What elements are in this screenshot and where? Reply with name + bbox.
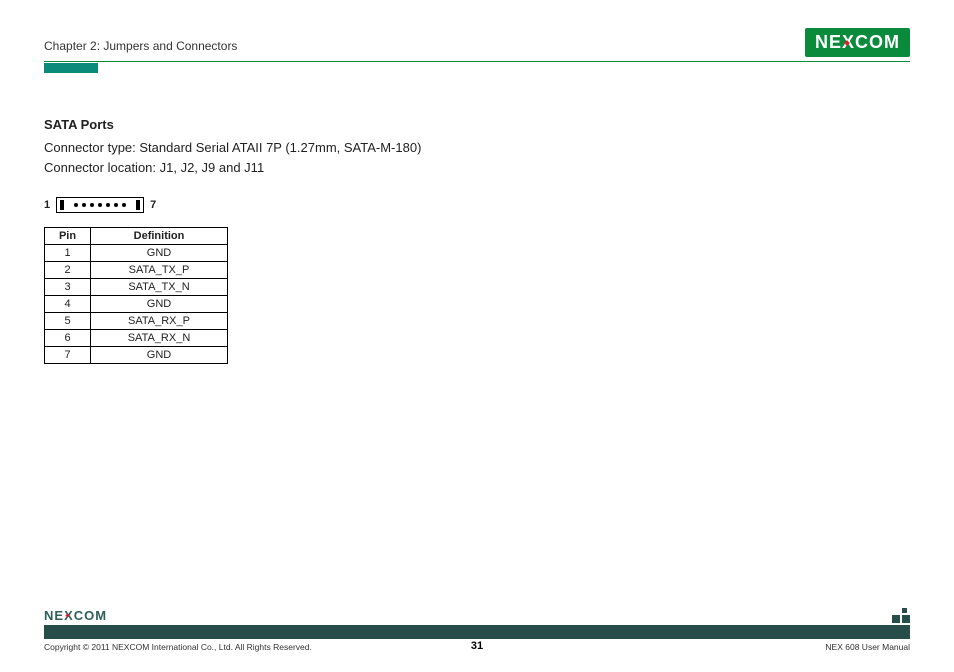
pin-dot bbox=[114, 203, 118, 207]
cell-def: SATA_RX_P bbox=[91, 313, 228, 330]
cell-pin: 2 bbox=[45, 262, 91, 279]
logo-bottom: NEXCOM bbox=[44, 608, 107, 623]
pin-definition-table: Pin Definition 1GND 2SATA_TX_P 3SATA_TX_… bbox=[44, 227, 228, 364]
pin-dot bbox=[98, 203, 102, 207]
connector-location-line: Connector location: J1, J2, J9 and J11 bbox=[44, 158, 910, 178]
connector-figure: 1 7 bbox=[44, 197, 910, 213]
manual-name: NEX 608 User Manual bbox=[825, 642, 910, 652]
figure-pin-left: 1 bbox=[44, 199, 50, 211]
cell-pin: 4 bbox=[45, 296, 91, 313]
table-row: 3SATA_TX_N bbox=[45, 279, 228, 296]
connector-type-line: Connector type: Standard Serial ATAII 7P… bbox=[44, 138, 910, 158]
table-row: 7GND bbox=[45, 347, 228, 364]
cell-pin: 1 bbox=[45, 245, 91, 262]
cell-pin: 6 bbox=[45, 330, 91, 347]
cell-def: GND bbox=[91, 245, 228, 262]
footer-squares-icon bbox=[892, 608, 910, 623]
table-row: 4GND bbox=[45, 296, 228, 313]
table-row: 6SATA_RX_N bbox=[45, 330, 228, 347]
chapter-label: Chapter 2: Jumpers and Connectors bbox=[44, 39, 237, 57]
table-header-pin: Pin bbox=[45, 228, 91, 245]
content-area: SATA Ports Connector type: Standard Seri… bbox=[44, 73, 910, 608]
cell-pin: 5 bbox=[45, 313, 91, 330]
pin-dot bbox=[90, 203, 94, 207]
cell-pin: 3 bbox=[45, 279, 91, 296]
header-rule bbox=[44, 61, 910, 62]
table-row: 1GND bbox=[45, 245, 228, 262]
cell-def: SATA_TX_P bbox=[91, 262, 228, 279]
cell-def: GND bbox=[91, 347, 228, 364]
pin-dot bbox=[122, 203, 126, 207]
pin-dot bbox=[106, 203, 110, 207]
footer-bar bbox=[44, 625, 910, 639]
table-row: 5SATA_RX_P bbox=[45, 313, 228, 330]
cell-pin: 7 bbox=[45, 347, 91, 364]
logo-top: NEXCOM bbox=[805, 28, 910, 57]
header-accent-block bbox=[44, 63, 98, 73]
cell-def: GND bbox=[91, 296, 228, 313]
page-number: 31 bbox=[471, 640, 483, 652]
connector-outline bbox=[56, 197, 144, 213]
table-header-definition: Definition bbox=[91, 228, 228, 245]
cell-def: SATA_TX_N bbox=[91, 279, 228, 296]
page-header: Chapter 2: Jumpers and Connectors NEXCOM bbox=[44, 28, 910, 57]
table-row: 2SATA_TX_P bbox=[45, 262, 228, 279]
pin-dot bbox=[82, 203, 86, 207]
page-footer: NEXCOM Copyright © 2011 NEXCOM Internati… bbox=[44, 608, 910, 652]
pin-dot bbox=[74, 203, 78, 207]
section-title: SATA Ports bbox=[44, 117, 910, 132]
cell-def: SATA_RX_N bbox=[91, 330, 228, 347]
copyright-text: Copyright © 2011 NEXCOM International Co… bbox=[44, 642, 312, 652]
figure-pin-right: 7 bbox=[150, 199, 156, 211]
